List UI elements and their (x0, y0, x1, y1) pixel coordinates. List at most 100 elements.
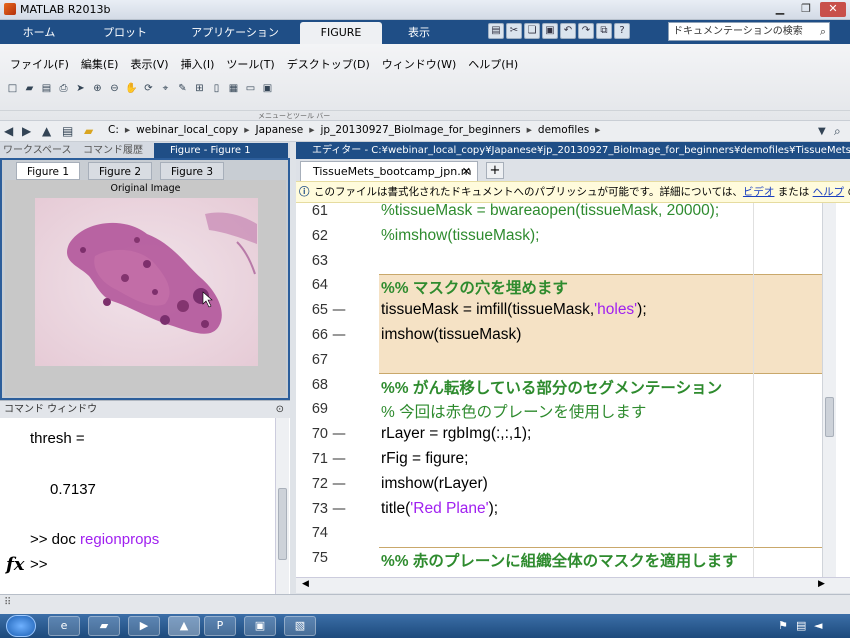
help-icon[interactable]: ? (614, 23, 630, 39)
pan-icon[interactable]: ✋ (125, 82, 138, 95)
menu-view[interactable]: 表示(V) (124, 56, 174, 72)
menu-help[interactable]: ヘルプ(H) (462, 56, 524, 72)
code-line[interactable]: imshow(rLayer) (381, 475, 488, 493)
code-line[interactable]: % 今回は赤色のプレーンを使用します (381, 400, 646, 422)
menu-file[interactable]: ファイル(F) (4, 56, 75, 72)
copy-icon[interactable]: ❏ (524, 23, 540, 39)
tray-network-icon[interactable]: ▤ (796, 619, 806, 632)
pointer-icon[interactable]: ➤ (74, 82, 87, 95)
viewer-taskbar-icon[interactable]: ▧ (284, 616, 316, 636)
code-line[interactable]: %% がん転移している部分のセグメンテーション (381, 376, 722, 398)
back-icon[interactable]: ◀ (4, 124, 13, 138)
open-icon[interactable]: ▰ (23, 82, 36, 95)
breakpoint-marker[interactable]: — (332, 302, 346, 318)
editor-tab-file[interactable]: TissueMets_bootcamp_jpn.m ✕ (300, 161, 478, 181)
zoom-out-icon[interactable]: ⊖ (108, 82, 121, 95)
media-taskbar-icon[interactable]: ▶ (128, 616, 160, 636)
minimize-icon[interactable]: ▁ (768, 2, 792, 17)
cut-icon[interactable]: ✂ (506, 23, 522, 39)
legend-icon[interactable]: ▦ (227, 82, 240, 95)
command-scroll-thumb[interactable] (278, 488, 287, 560)
colorbar-icon[interactable]: ▯ (210, 82, 223, 95)
code-line[interactable]: title('Red Plane'); (381, 500, 498, 518)
menu-desktop[interactable]: デスクトップ(D) (281, 56, 376, 72)
code-line[interactable]: %imshow(tissueMask); (381, 227, 539, 245)
save-figure-icon[interactable]: ▤ (40, 82, 53, 95)
panel-options-icon[interactable]: ⊙ (276, 401, 284, 419)
tab-apps[interactable]: アプリケーション (176, 22, 294, 44)
show-plot-tools-icon[interactable]: ▣ (261, 82, 274, 95)
tray-flag-icon[interactable]: ⚑ (778, 619, 788, 632)
browse-folder-icon[interactable]: ▤ (62, 124, 73, 138)
print-icon[interactable]: ⎙ (57, 82, 70, 95)
menu-insert[interactable]: 挿入(I) (175, 56, 221, 72)
help-link[interactable]: ヘルプ (813, 186, 845, 198)
code-line[interactable]: %tissueMask = bwareaopen(tissueMask, 200… (381, 203, 719, 220)
menu-edit[interactable]: 編集(E) (75, 56, 125, 72)
tissue-image[interactable] (5, 180, 286, 396)
start-button[interactable] (6, 615, 36, 637)
tab-view[interactable]: 表示 (388, 22, 450, 44)
maximize-icon[interactable]: ❐ (794, 2, 818, 17)
code-line[interactable]: %% マスクの穴を埋めます (381, 276, 568, 298)
figure-tab-1[interactable]: Figure 1 (16, 162, 80, 180)
code-line[interactable]: tissueMask = imfill(tissueMask,'holes'); (381, 301, 647, 319)
crumb-3[interactable]: jp_20130927_BioImage_for_beginners (320, 124, 520, 136)
rotate-icon[interactable]: ⟳ (142, 82, 155, 95)
search-icon[interactable]: ⌕ (820, 23, 826, 40)
video-link[interactable]: ビデオ (743, 186, 775, 198)
command-keyword[interactable]: regionprops (80, 531, 159, 548)
code-line[interactable]: imshow(tissueMask) (381, 326, 521, 344)
tab-plots[interactable]: プロット (86, 22, 164, 44)
paste-icon[interactable]: ▣ (542, 23, 558, 39)
tab-figure[interactable]: FIGURE (300, 22, 382, 44)
figure-tab-2[interactable]: Figure 2 (88, 162, 152, 180)
brush-icon[interactable]: ✎ (176, 82, 189, 95)
editor-scroll-thumb[interactable] (825, 397, 834, 437)
code-line[interactable]: rFig = figure; (381, 450, 468, 468)
figure-canvas[interactable]: Original Image (5, 180, 286, 396)
tray-volume-icon[interactable]: ◄ (814, 619, 822, 632)
editor-horizontal-scrollbar[interactable]: ◀ ▶ (296, 577, 850, 593)
breakpoint-marker[interactable]: — (332, 327, 346, 343)
new-figure-icon[interactable]: □ (6, 82, 19, 95)
close-icon[interactable]: ✕ (820, 2, 846, 17)
breakpoint-marker[interactable]: — (332, 426, 346, 442)
code-editor[interactable]: 61 %tissueMask = bwareaopen(tissueMask, 2… (296, 203, 850, 577)
forward-icon[interactable]: ▶ (22, 124, 31, 138)
save-icon[interactable]: ▤ (488, 23, 504, 39)
figure-tab-3[interactable]: Figure 3 (160, 162, 224, 180)
ie-taskbar-icon[interactable]: e (48, 616, 80, 636)
new-tab-button[interactable]: + (486, 162, 504, 179)
redo-icon[interactable]: ↷ (578, 23, 594, 39)
doc-search-input[interactable]: ドキュメンテーションの検索 ⌕ (668, 22, 830, 41)
link-plot-icon[interactable]: ⊞ (193, 82, 206, 95)
matlab-taskbar-icon[interactable]: ▲ (168, 616, 200, 636)
app-taskbar-icon[interactable]: ▣ (244, 616, 276, 636)
function-browser-icon[interactable]: fx (6, 554, 24, 575)
explorer-taskbar-icon[interactable]: ▰ (88, 616, 120, 636)
command-window[interactable]: thresh = 0.7137 >> doc regionprops >> fx (0, 418, 290, 594)
tab-home[interactable]: ホーム (4, 22, 74, 44)
powerpoint-taskbar-icon[interactable]: P (204, 616, 236, 636)
menu-window[interactable]: ウィンドウ(W) (376, 56, 462, 72)
editor-scrollbar[interactable] (822, 203, 836, 577)
command-scrollbar[interactable] (275, 418, 289, 594)
zoom-in-icon[interactable]: ⊕ (91, 82, 104, 95)
crumb-1[interactable]: webinar_local_copy (136, 124, 238, 136)
search-folder-icon[interactable]: ⌕ (834, 124, 841, 139)
tab-close-icon[interactable]: ✕ (462, 162, 471, 181)
crumb-4[interactable]: demofiles (538, 124, 589, 136)
command-prompt[interactable]: >> (30, 556, 48, 573)
tab-workspace[interactable]: ワークスペース (0, 143, 78, 158)
switch-windows-icon[interactable]: ⧉ (596, 23, 612, 39)
code-line[interactable]: rLayer = rgbImg(:,:,1); (381, 425, 531, 443)
code-line[interactable]: %% 赤のプレーンに組織全体のマスクを適用します (381, 549, 738, 571)
address-dropdown-icon[interactable]: ▼ (818, 126, 826, 137)
crumb-2[interactable]: Japanese (256, 124, 304, 136)
breakpoint-marker[interactable]: — (332, 451, 346, 467)
data-cursor-icon[interactable]: ⌖ (159, 82, 172, 95)
undo-icon[interactable]: ↶ (560, 23, 576, 39)
scroll-left-icon[interactable]: ◀ (302, 579, 309, 589)
crumb-0[interactable]: C: (108, 124, 119, 136)
